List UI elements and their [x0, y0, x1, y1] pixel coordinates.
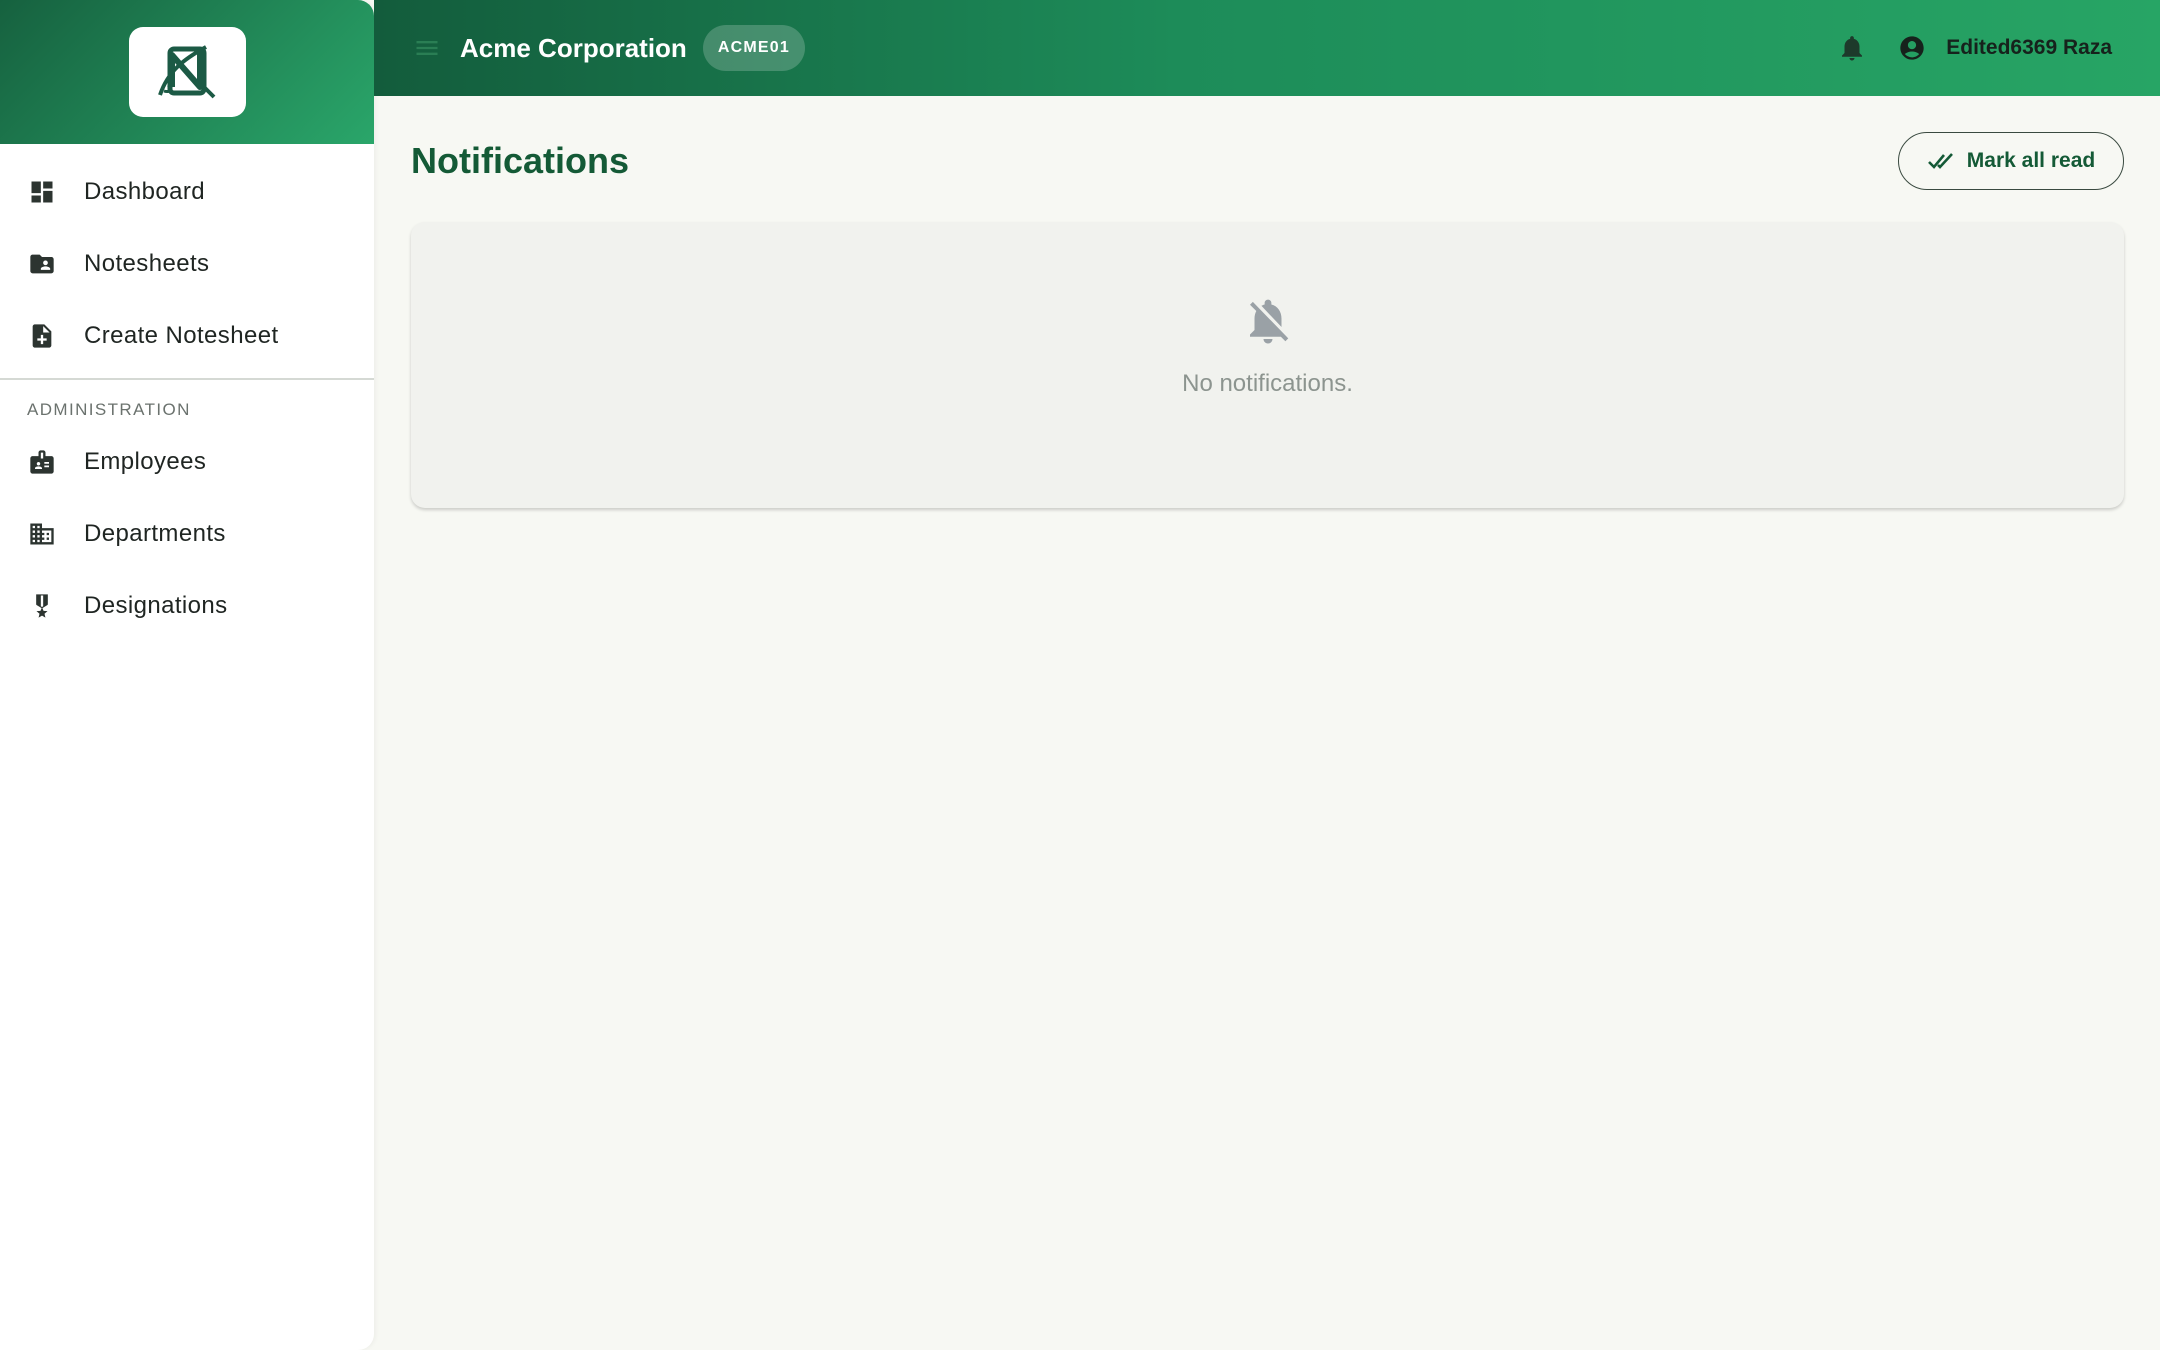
double-check-icon — [1927, 153, 1953, 169]
sidebar-item-label: Designations — [84, 592, 228, 619]
sidebar: Dashboard Notesheets Create Notesheet AD… — [0, 0, 374, 1350]
menu-button[interactable] — [412, 33, 442, 63]
notesheet-logo-icon — [158, 45, 216, 99]
mark-all-read-button[interactable]: Mark all read — [1898, 132, 2124, 190]
sidebar-item-label: Dashboard — [84, 178, 206, 205]
sidebar-nav: Dashboard Notesheets Create Notesheet AD… — [0, 144, 374, 642]
organization-code-badge: ACME01 — [702, 25, 805, 71]
app-logo[interactable] — [128, 27, 246, 117]
building-icon — [27, 519, 57, 549]
page-title: Notifications — [411, 140, 630, 181]
dashboard-icon — [27, 177, 57, 207]
sidebar-item-label: Create Notesheet — [84, 322, 279, 349]
organization-name: Acme Corporation — [460, 32, 687, 63]
section-title-administration: ADMINISTRATION — [27, 400, 191, 419]
medal-icon — [27, 591, 57, 621]
top-bar: Acme Corporation ACME01 Edited6369 Raza — [374, 0, 2160, 96]
mark-all-read-label: Mark all read — [1966, 149, 2096, 172]
topbar-right: Edited6369 Raza — [1832, 28, 2112, 68]
sidebar-item-label: Departments — [84, 520, 226, 547]
sidebar-item-label: Employees — [84, 448, 207, 475]
notifications-empty-state: No notifications. — [411, 222, 2124, 508]
sidebar-item-departments[interactable]: Departments — [0, 498, 374, 570]
sidebar-header — [0, 0, 374, 144]
folder-user-icon — [27, 249, 57, 279]
sidebar-item-create-notesheet[interactable]: Create Notesheet — [0, 300, 374, 372]
file-add-icon — [27, 321, 57, 351]
sidebar-item-dashboard[interactable]: Dashboard — [0, 156, 374, 228]
notifications-button[interactable] — [1832, 28, 1872, 68]
sidebar-item-label: Notesheets — [84, 250, 210, 277]
hamburger-icon — [416, 41, 438, 55]
notifications-off-icon — [1249, 299, 1288, 344]
account-button[interactable] — [1894, 30, 1930, 66]
sidebar-item-employees[interactable]: Employees — [0, 426, 374, 498]
sidebar-item-designations[interactable]: Designations — [0, 570, 374, 642]
bell-icon — [1842, 36, 1863, 61]
user-name[interactable]: Edited6369 Raza — [1946, 36, 2112, 60]
badge-icon — [27, 447, 57, 477]
sidebar-item-notesheets[interactable]: Notesheets — [0, 228, 374, 300]
empty-state-text: No notifications. — [1182, 370, 1353, 397]
account-circle-icon — [1900, 36, 1924, 60]
